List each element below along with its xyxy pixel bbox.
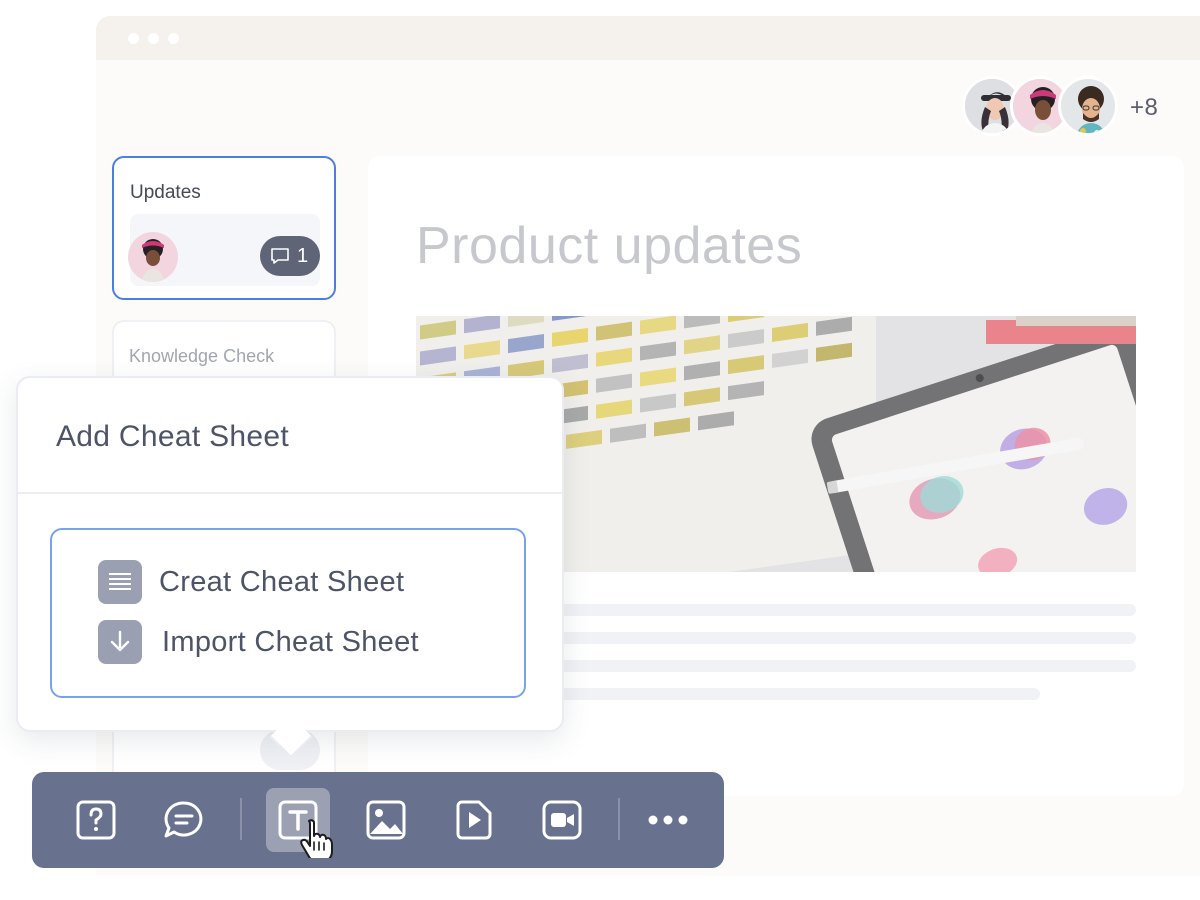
image-icon	[366, 800, 406, 840]
question-icon	[76, 800, 116, 840]
option-label: Creat Cheat Sheet	[159, 565, 405, 598]
avatar[interactable]	[1058, 76, 1118, 136]
option-label: Import Cheat Sheet	[162, 625, 419, 658]
page-title: Product updates	[416, 217, 803, 275]
camera-icon	[542, 800, 582, 840]
sidebar-card-updates[interactable]: Updates 1	[112, 156, 336, 300]
comment-icon	[164, 801, 203, 838]
download-icon	[98, 620, 142, 664]
title-bar	[96, 16, 1200, 60]
more-button[interactable]	[640, 792, 696, 848]
camera-button[interactable]	[534, 792, 590, 848]
toolbar-separator	[240, 798, 242, 840]
avatar	[128, 232, 178, 282]
import-cheat-sheet-option[interactable]: Import Cheat Sheet	[98, 620, 419, 664]
comment-count-badge[interactable]: 1	[260, 236, 320, 276]
video-icon	[456, 800, 492, 840]
toolbar-separator	[618, 798, 620, 840]
editor-toolbar	[32, 772, 724, 868]
more-icon	[648, 815, 688, 825]
window-dot[interactable]	[148, 33, 159, 44]
popup-title: Add Cheat Sheet	[56, 420, 290, 453]
hand-cursor-icon	[300, 819, 333, 858]
create-cheat-sheet-option[interactable]: Creat Cheat Sheet	[98, 560, 404, 604]
question-button[interactable]	[68, 792, 124, 848]
comment-button[interactable]	[156, 792, 212, 848]
add-cheat-sheet-popup: Add Cheat Sheet Creat Cheat Sheet Import…	[16, 376, 564, 759]
card-title: Knowledge Check	[129, 346, 275, 366]
divider	[18, 492, 562, 494]
window-dot[interactable]	[128, 33, 139, 44]
window-dot[interactable]	[168, 33, 179, 44]
list-icon	[98, 560, 142, 604]
comment-icon	[271, 248, 289, 264]
cheat-sheet-options: Creat Cheat Sheet Import Cheat Sheet	[50, 528, 526, 698]
comment-count: 1	[297, 244, 309, 267]
card-title: Updates	[130, 182, 201, 203]
image-button[interactable]	[358, 792, 414, 848]
collaborator-overflow-count[interactable]: +8	[1130, 94, 1158, 122]
video-button[interactable]	[446, 792, 502, 848]
